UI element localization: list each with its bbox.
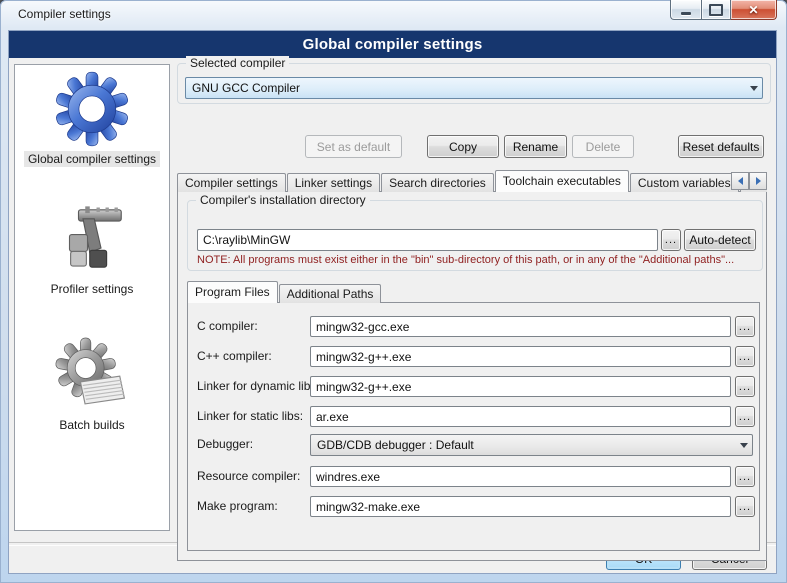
settings-notebook: Compiler settings Linker settings Search… bbox=[177, 169, 767, 561]
sidebar-item-global-compiler-settings[interactable]: Global compiler settings bbox=[15, 71, 169, 167]
field-row-make-program: Make program: ... bbox=[188, 496, 759, 518]
close-icon: ✕ bbox=[748, 4, 758, 16]
resource-compiler-input[interactable] bbox=[310, 466, 731, 487]
installation-directory-input[interactable] bbox=[197, 229, 658, 251]
field-label: Resource compiler: bbox=[197, 469, 300, 483]
dialog-client-area: Global compiler settings bbox=[8, 30, 777, 574]
minimize-button[interactable] bbox=[670, 0, 701, 20]
cpp-compiler-browse-button[interactable]: ... bbox=[735, 346, 755, 367]
tab-custom-variables[interactable]: Custom variables bbox=[630, 173, 739, 192]
tab-program-files[interactable]: Program Files bbox=[187, 281, 278, 303]
compiler-actions-row: Set as default Copy Rename Delete Reset … bbox=[177, 135, 771, 158]
rename-button[interactable]: Rename bbox=[504, 135, 567, 158]
tab-compiler-settings[interactable]: Compiler settings bbox=[177, 173, 286, 192]
tab-scroll-left-button[interactable] bbox=[731, 172, 749, 190]
program-files-notebook: Program Files Additional Paths C compile… bbox=[187, 280, 760, 551]
field-label: Debugger: bbox=[197, 437, 253, 451]
blue-gear-icon bbox=[54, 71, 130, 147]
close-button[interactable]: ✕ bbox=[731, 0, 777, 20]
field-row-resource-compiler: Resource compiler: ... bbox=[188, 466, 759, 488]
field-row-debugger: Debugger: GDB/CDB debugger : Default bbox=[188, 434, 759, 456]
sidebar-item-batch-builds[interactable]: Batch builds bbox=[15, 337, 169, 433]
sidebar-item-label: Profiler settings bbox=[47, 281, 138, 297]
delete-button[interactable]: Delete bbox=[572, 135, 634, 158]
tab-search-directories[interactable]: Search directories bbox=[381, 173, 494, 192]
selected-compiler-combo[interactable]: GNU GCC Compiler bbox=[185, 77, 763, 99]
arrow-left-icon bbox=[738, 177, 743, 185]
field-label: C compiler: bbox=[197, 319, 258, 333]
installation-note: NOTE: All programs must exist either in … bbox=[197, 254, 758, 266]
tab-scroll-buttons bbox=[731, 172, 767, 190]
field-label: C++ compiler: bbox=[197, 349, 272, 363]
dynamic-linker-input[interactable] bbox=[310, 376, 731, 397]
chevron-down-icon bbox=[735, 435, 752, 455]
settings-category-sidebar: Global compiler settings bbox=[14, 64, 170, 531]
gray-gear-stack-icon bbox=[55, 337, 129, 413]
debugger-value: GDB/CDB debugger : Default bbox=[311, 438, 735, 452]
sidebar-item-label: Batch builds bbox=[55, 417, 128, 433]
static-linker-browse-button[interactable]: ... bbox=[735, 406, 755, 427]
tab-toolchain-executables[interactable]: Toolchain executables bbox=[495, 170, 629, 192]
tab-scroll-right-button[interactable] bbox=[749, 172, 767, 190]
settings-tabstrip: Compiler settings Linker settings Search… bbox=[177, 169, 767, 192]
debugger-combo[interactable]: GDB/CDB debugger : Default bbox=[310, 434, 753, 456]
window-title: Compiler settings bbox=[18, 7, 111, 21]
arrow-right-icon bbox=[756, 177, 761, 185]
tab-additional-paths[interactable]: Additional Paths bbox=[279, 284, 382, 303]
field-row-cpp-compiler: C++ compiler: ... bbox=[188, 346, 759, 368]
cpp-compiler-input[interactable] bbox=[310, 346, 731, 367]
set-as-default-button[interactable]: Set as default bbox=[305, 135, 402, 158]
resource-compiler-browse-button[interactable]: ... bbox=[735, 466, 755, 487]
field-row-static-linker: Linker for static libs: ... bbox=[188, 406, 759, 428]
field-label: Linker for dynamic libs: bbox=[197, 379, 320, 393]
maximize-icon bbox=[709, 4, 723, 16]
installation-browse-button[interactable]: ... bbox=[661, 229, 681, 251]
field-row-c-compiler: C compiler: ... bbox=[188, 316, 759, 338]
static-linker-input[interactable] bbox=[310, 406, 731, 427]
field-label: Make program: bbox=[197, 499, 278, 513]
selected-compiler-value: GNU GCC Compiler bbox=[186, 81, 745, 95]
tab-linker-settings[interactable]: Linker settings bbox=[287, 173, 380, 192]
make-program-input[interactable] bbox=[310, 496, 731, 517]
selected-compiler-group-label: Selected compiler bbox=[186, 56, 289, 70]
sidebar-item-profiler-settings[interactable]: Profiler settings bbox=[15, 201, 169, 297]
dialog-header: Global compiler settings bbox=[9, 31, 776, 58]
field-row-dynamic-linker: Linker for dynamic libs: ... bbox=[188, 376, 759, 398]
field-label: Linker for static libs: bbox=[197, 409, 303, 423]
minimize-icon bbox=[681, 12, 691, 15]
installation-directory-group-label: Compiler's installation directory bbox=[196, 193, 370, 207]
compiler-settings-window: Compiler settings ✕ Global compiler sett… bbox=[0, 0, 787, 583]
copy-button[interactable]: Copy bbox=[427, 135, 499, 158]
dynamic-linker-browse-button[interactable]: ... bbox=[735, 376, 755, 397]
auto-detect-button[interactable]: Auto-detect bbox=[684, 229, 756, 251]
chevron-down-icon bbox=[745, 78, 762, 98]
program-files-tabstrip: Program Files Additional Paths bbox=[187, 280, 760, 303]
c-compiler-input[interactable] bbox=[310, 316, 731, 337]
page-title: Global compiler settings bbox=[303, 36, 483, 53]
caliper-icon bbox=[56, 201, 128, 277]
toolchain-executables-page: Compiler's installation directory ... Au… bbox=[177, 191, 767, 561]
selected-compiler-group: Selected compiler GNU GCC Compiler bbox=[177, 63, 771, 104]
sidebar-item-label: Global compiler settings bbox=[24, 151, 160, 167]
window-controls: ✕ bbox=[670, 0, 777, 20]
make-program-browse-button[interactable]: ... bbox=[735, 496, 755, 517]
titlebar[interactable]: Compiler settings ✕ bbox=[0, 0, 787, 30]
installation-directory-group: Compiler's installation directory ... Au… bbox=[187, 200, 763, 271]
reset-defaults-button[interactable]: Reset defaults bbox=[678, 135, 764, 158]
maximize-button[interactable] bbox=[701, 0, 731, 20]
c-compiler-browse-button[interactable]: ... bbox=[735, 316, 755, 337]
program-files-page: C compiler: ... C++ compiler: ... bbox=[187, 302, 760, 551]
